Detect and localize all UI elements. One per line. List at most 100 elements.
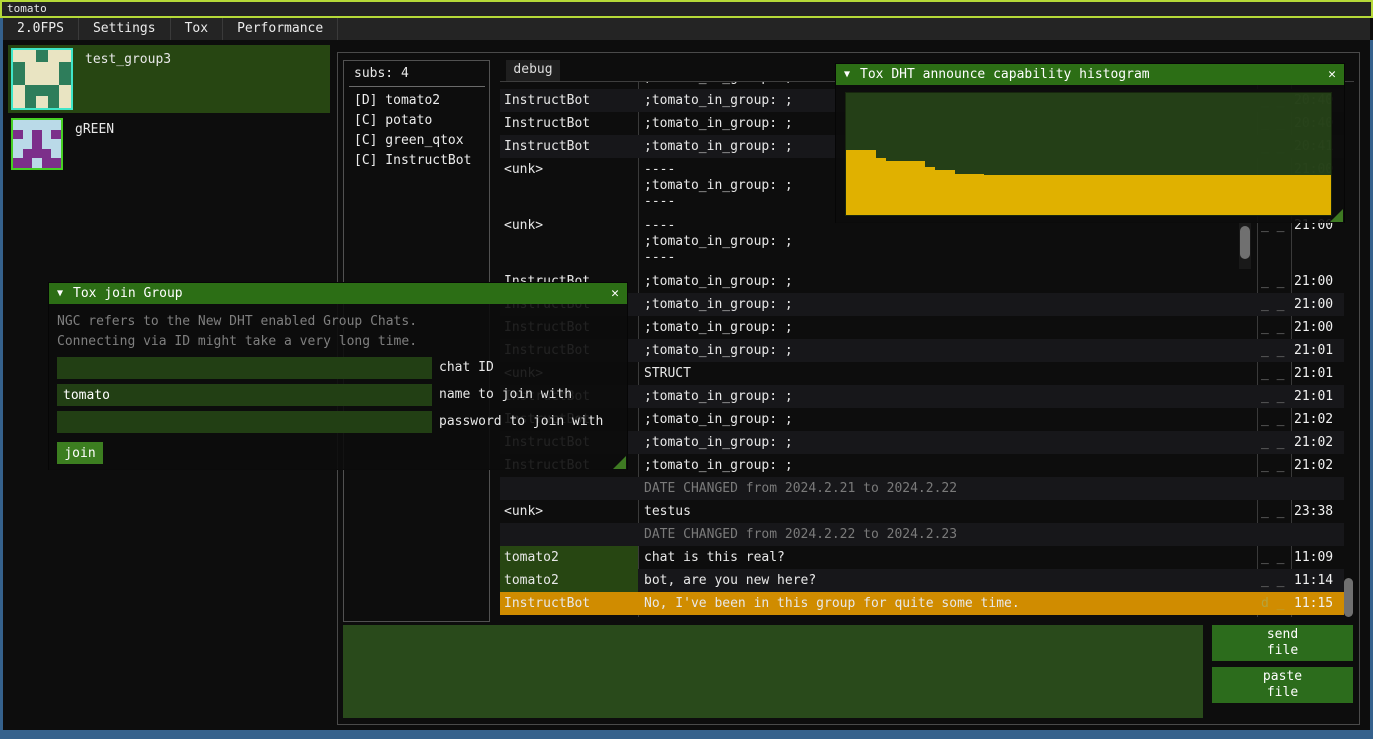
histogram-bar [925, 167, 935, 215]
join-fields: chat ID name to join with password to join… [57, 357, 619, 433]
chat-row: DATE CHANGED from 2024.2.22 to 2024.2.23 [500, 523, 1344, 546]
window-title: tomato [7, 2, 47, 15]
avatar-pixel [23, 139, 33, 149]
sub-member-InstructBot[interactable]: [C] InstructBot [354, 153, 471, 168]
avatar-pixel [59, 73, 71, 85]
subs-count-label: subs: 4 [354, 66, 409, 81]
histogram-bar [975, 174, 985, 215]
histogram-plot [845, 92, 1332, 216]
histogram-bar [1004, 175, 1014, 215]
message-input[interactable] [343, 625, 1203, 718]
menu-item-settings[interactable]: Settings [79, 18, 171, 40]
resize-grip[interactable] [1330, 209, 1343, 222]
avatar-pixel [48, 85, 60, 97]
join-input-password-to-join-with[interactable] [57, 411, 432, 433]
histogram-bar [984, 175, 994, 215]
message-text: STRUCT [644, 362, 1252, 382]
join-help-line1: NGC refers to the New DHT enabled Group … [57, 312, 619, 332]
avatar-pixel [32, 149, 42, 159]
message-status: _ _ [1261, 408, 1289, 427]
sender-name: InstructBot [504, 135, 637, 158]
message-text: ;tomato_in_group: ; [644, 270, 1252, 290]
histogram-bar [846, 150, 856, 215]
avatar-pixel [48, 62, 60, 74]
chat-row: InstructBotNo, I've been in this group f… [500, 592, 1344, 615]
close-icon[interactable]: ✕ [611, 286, 619, 301]
chat-row: DATE CHANGED from 2024.2.21 to 2024.2.22 [500, 477, 1344, 500]
sub-member-potato[interactable]: [C] potato [354, 113, 432, 128]
histogram-bar [1271, 175, 1281, 215]
histogram-window-titlebar[interactable]: ▼ Tox DHT announce capability histogram … [836, 64, 1344, 85]
join-window-body: NGC refers to the New DHT enabled Group … [49, 304, 627, 470]
group-item-gREEN[interactable]: gREEN [8, 115, 330, 171]
avatar-pixel [13, 139, 23, 149]
sender-name: tomato2 [500, 569, 638, 592]
histogram-bar [876, 158, 886, 215]
collapse-icon[interactable]: ▼ [57, 288, 63, 299]
message-status: _ _ [1261, 500, 1289, 519]
avatar-pixel [23, 130, 33, 140]
avatar-pixel [48, 73, 60, 85]
avatar-pixel [32, 130, 42, 140]
tab-debug[interactable]: debug [506, 60, 560, 81]
join-field-label: password to join with [439, 414, 603, 429]
avatar-pixel [13, 62, 25, 74]
avatar-pixel [59, 96, 71, 108]
message-status: _ _ [1261, 569, 1289, 588]
send-file-button[interactable]: send file [1212, 625, 1353, 661]
avatar-pixel [51, 130, 61, 140]
histogram-bar [1093, 175, 1103, 215]
histogram-bar [866, 150, 876, 215]
avatar-pixel [13, 96, 25, 108]
message-status: _ _ [1261, 454, 1289, 473]
sender-name: <unk> [504, 500, 637, 523]
message-scrollbar-thumb[interactable] [1240, 226, 1250, 259]
message-text: No, I've been in this group for quite so… [644, 592, 1252, 612]
collapse-icon[interactable]: ▼ [844, 69, 850, 80]
join-window-titlebar[interactable]: ▼ Tox join Group ✕ [49, 283, 627, 304]
avatar-pixel [13, 50, 25, 62]
avatar-pixel [36, 50, 48, 62]
histogram-bar [1163, 175, 1173, 215]
avatar-pixel [25, 62, 37, 74]
close-icon[interactable]: ✕ [1328, 67, 1336, 82]
paste-file-button[interactable]: paste file [1212, 667, 1353, 703]
join-input-chat-id[interactable] [57, 357, 432, 379]
avatar-pixel [25, 50, 37, 62]
histogram-bar [1232, 175, 1242, 215]
histogram-window-title: Tox DHT announce capability histogram [860, 67, 1318, 82]
join-field-row: chat ID [57, 357, 619, 379]
sender-name: tomato2 [500, 546, 638, 569]
chat-scrollbar-thumb[interactable] [1344, 578, 1353, 617]
join-input-name-to-join-with[interactable] [57, 384, 432, 406]
menu-item-2-0fps[interactable]: 2.0FPS [3, 18, 79, 40]
histogram-bar [1083, 175, 1093, 215]
message-status [1261, 523, 1289, 527]
window-frame-bottom [0, 730, 1373, 739]
avatar-pixel [42, 149, 52, 159]
sub-member-tomato2[interactable]: [D] tomato2 [354, 93, 440, 108]
histogram-bar [1133, 175, 1143, 215]
message-text: ;tomato_in_group: ; [644, 316, 1252, 336]
menu-bar: 2.0FPSSettingsToxPerformance [3, 18, 1370, 40]
avatar-pixel [32, 120, 42, 130]
message-status: d _ [1261, 592, 1289, 611]
avatar-pixel [42, 158, 52, 168]
menu-item-performance[interactable]: Performance [223, 18, 338, 40]
avatar-pixel [48, 96, 60, 108]
sender-name: InstructBot [504, 89, 637, 112]
resize-grip[interactable] [613, 456, 626, 469]
message-time: 21:02 [1294, 454, 1344, 473]
join-field-label: name to join with [439, 387, 572, 402]
join-window-title: Tox join Group [73, 286, 601, 301]
group-item-test_group3[interactable]: test_group3 [8, 45, 330, 113]
message-time: 21:00 [1294, 270, 1344, 289]
avatar-pixel [42, 130, 52, 140]
menu-item-tox[interactable]: Tox [171, 18, 223, 40]
sub-member-green_qtox[interactable]: [C] green_qtox [354, 133, 464, 148]
histogram-bar [1252, 175, 1262, 215]
histogram-bar [905, 161, 915, 215]
os-titlebar[interactable]: tomato [0, 0, 1373, 18]
join-button[interactable]: join [57, 442, 103, 464]
histogram-bar [1261, 175, 1271, 215]
